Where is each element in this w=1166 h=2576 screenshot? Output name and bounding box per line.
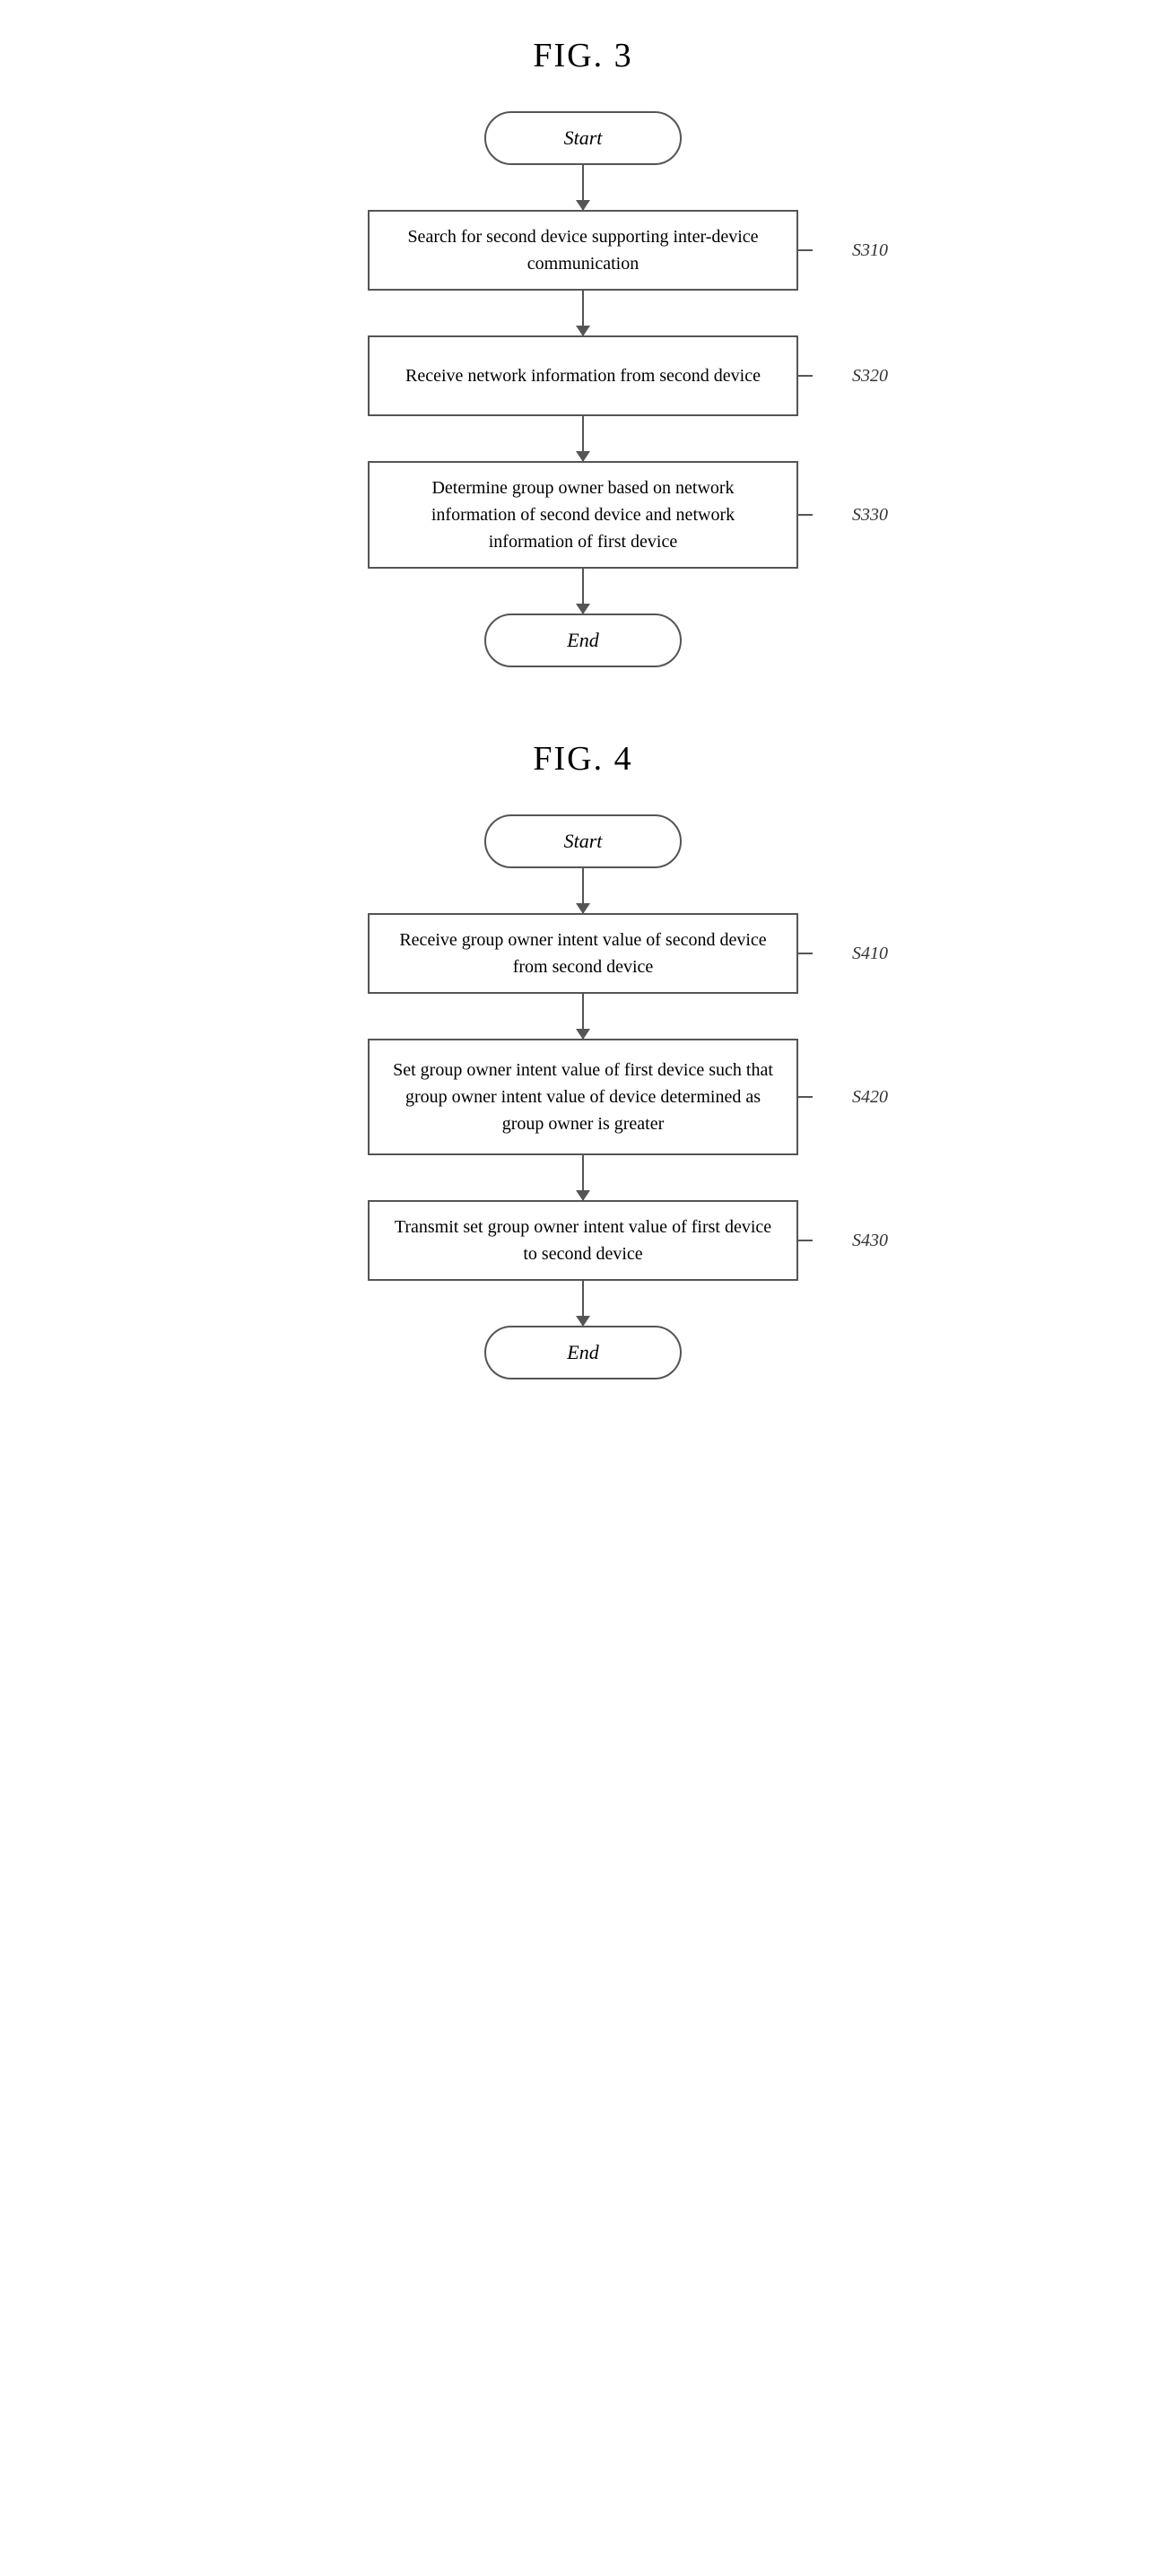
fig4-flowchart: Start Receive group owner intent value o… xyxy=(368,814,798,1379)
fig4-end-node: End xyxy=(484,1326,682,1379)
step330-label: S330 xyxy=(852,505,888,526)
fig3-end-node: End xyxy=(484,614,682,667)
fig4-step420-row: Set group owner intent value of first de… xyxy=(368,1039,798,1155)
fig4-step410-row: Receive group owner intent value of seco… xyxy=(368,913,798,994)
arrow-2 xyxy=(582,291,584,335)
figure-3-section: FIG. 3 Start Search for second device su… xyxy=(0,36,1166,667)
fig4-step420-node: Set group owner intent value of first de… xyxy=(368,1039,798,1155)
fig3-title: FIG. 3 xyxy=(533,36,632,75)
arrow-3 xyxy=(582,416,584,461)
fig3-step330-row: Determine group owner based on network i… xyxy=(368,461,798,569)
fig3-step330-node: Determine group owner based on network i… xyxy=(368,461,798,569)
step410-label: S410 xyxy=(852,944,888,964)
step320-label: S320 xyxy=(852,366,888,387)
arrow-8 xyxy=(582,1281,584,1326)
fig4-step410-node: Receive group owner intent value of seco… xyxy=(368,913,798,994)
fig4-start-node: Start xyxy=(484,814,682,868)
fig3-start-node: Start xyxy=(484,111,682,165)
step310-line xyxy=(798,249,813,251)
step320-line xyxy=(798,375,813,377)
step330-line xyxy=(798,514,813,516)
step430-line xyxy=(798,1240,813,1241)
figure-4-section: FIG. 4 Start Receive group owner intent … xyxy=(0,739,1166,1379)
fig4-step430-row: Transmit set group owner intent value of… xyxy=(368,1200,798,1281)
fig3-step320-row: Receive network information from second … xyxy=(368,335,798,416)
step420-line xyxy=(798,1096,813,1098)
fig3-step320-node: Receive network information from second … xyxy=(368,335,798,416)
arrow-7 xyxy=(582,1155,584,1200)
step410-line xyxy=(798,953,813,954)
fig3-step310-node: Search for second device supporting inte… xyxy=(368,210,798,291)
step420-label: S420 xyxy=(852,1087,888,1108)
fig3-step310-row: Search for second device supporting inte… xyxy=(368,210,798,291)
step430-label: S430 xyxy=(852,1231,888,1251)
arrow-5 xyxy=(582,868,584,913)
fig4-title: FIG. 4 xyxy=(533,739,632,779)
arrow-1 xyxy=(582,165,584,210)
arrow-6 xyxy=(582,994,584,1039)
step310-label: S310 xyxy=(852,240,888,261)
arrow-4 xyxy=(582,569,584,614)
fig3-flowchart: Start Search for second device supportin… xyxy=(368,111,798,667)
fig4-step430-node: Transmit set group owner intent value of… xyxy=(368,1200,798,1281)
